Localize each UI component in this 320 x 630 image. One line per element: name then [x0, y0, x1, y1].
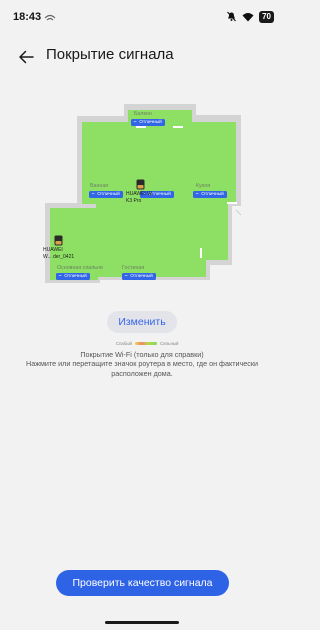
- signal-badge-label: Отличный: [130, 274, 153, 279]
- router-name-line1: HUAWEI W...: [126, 191, 156, 197]
- signal-legend: Слабый Сильный: [0, 340, 284, 348]
- router-name-line2: W... der_0421: [43, 254, 75, 260]
- router-icon[interactable]: [136, 179, 145, 190]
- wifi-icon: ⌔: [124, 274, 129, 279]
- notification-icon: [44, 14, 56, 21]
- wifi-icon: ⌔: [195, 192, 200, 197]
- wifi-icon: [242, 12, 254, 21]
- room-label-kitchen: Кухня: [196, 183, 211, 189]
- change-button[interactable]: Изменить: [107, 311, 177, 333]
- back-button[interactable]: [14, 45, 38, 69]
- status-time: 18:43: [13, 11, 42, 23]
- signal-badge-bathroom[interactable]: ⌔ Отличный: [89, 191, 123, 198]
- signal-badge-label: Отличный: [97, 192, 120, 197]
- balcony-edge: [235, 209, 242, 216]
- router-placement-hint: Нажмите или перетащите значок роутера в …: [26, 359, 258, 378]
- room-label-bathroom: Ванная: [90, 183, 109, 189]
- wifi-icon: ⌔: [58, 274, 63, 279]
- home-indicator[interactable]: [105, 621, 179, 624]
- wifi-icon: ⌔: [91, 192, 96, 197]
- router-marker-second[interactable]: HUAWEI W... der_0421: [43, 235, 74, 260]
- legend-strong-label: Сильный: [160, 341, 179, 346]
- legend-weak-label: Слабый: [115, 341, 132, 346]
- battery-icon: 70: [259, 10, 274, 23]
- arrow-left-icon: [19, 50, 34, 64]
- legend-gradient-bar: [135, 342, 157, 345]
- signal-badge-master-bedroom[interactable]: ⌔ Отличный: [56, 273, 90, 280]
- mute-icon: [227, 11, 237, 22]
- room-label-living-room: Гостиная: [122, 265, 145, 271]
- signal-badge-kitchen[interactable]: ⌔ Отличный: [193, 191, 227, 198]
- router-icon[interactable]: [54, 235, 63, 246]
- signal-badge-label: Отличный: [64, 274, 87, 279]
- check-signal-quality-button[interactable]: Проверить качество сигнала: [56, 570, 229, 596]
- router-name-line1: HUAWEI: [43, 247, 63, 253]
- router-name-line2: K3 Pro: [126, 198, 142, 204]
- floor-plan-map: Балкон ⌔ Отличный Ванная ⌔ Отличный Кухн…: [40, 100, 250, 295]
- screen: 18:43 70 Покрытие сигнала Балкон ⌔ Отлич…: [0, 0, 284, 630]
- signal-badge-label: Отличный: [201, 192, 224, 197]
- signal-badge-balcony[interactable]: ⌔ Отличный: [131, 119, 165, 126]
- room-label-balcony: Балкон: [134, 111, 152, 117]
- status-icons: 70: [226, 10, 274, 23]
- room-label-master-bedroom: Основная спальня: [57, 265, 103, 271]
- status-bar: 18:43 70: [0, 0, 284, 34]
- signal-badge-living-room[interactable]: ⌔ Отличный: [122, 273, 156, 280]
- router-marker-k3pro[interactable]: HUAWEI W... K3 Pro: [126, 179, 156, 204]
- signal-badge-label: Отличный: [139, 120, 162, 125]
- wifi-icon: ⌔: [133, 120, 138, 125]
- page-title: Покрытие сигнала: [46, 46, 174, 63]
